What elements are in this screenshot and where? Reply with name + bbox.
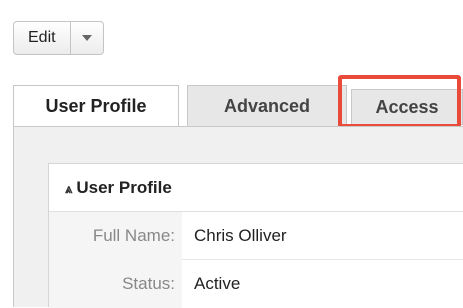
- field-value: Chris Olliver: [194, 226, 287, 245]
- user-profile-section: ⩓ User Profile Full Name: Chris Olliver S…: [48, 163, 463, 308]
- edit-action-group: Edit: [13, 21, 104, 55]
- caret-down-icon: [81, 35, 92, 41]
- field-label: Status:: [49, 260, 182, 308]
- field-value: Active: [194, 274, 241, 293]
- field-row-status: Status: Active: [49, 260, 463, 308]
- panel-divider: [180, 126, 463, 127]
- double-chevron-up-icon[interactable]: ⩓: [65, 181, 72, 196]
- field-row-full-name: Full Name: Chris Olliver: [49, 212, 463, 260]
- section-title: User Profile: [76, 178, 172, 197]
- tab-advanced[interactable]: Advanced: [187, 85, 347, 127]
- field-label: Full Name:: [49, 212, 182, 260]
- tab-user-profile[interactable]: User Profile: [13, 85, 179, 127]
- edit-dropdown-button[interactable]: [70, 21, 104, 55]
- section-header[interactable]: ⩓ User Profile: [49, 164, 463, 212]
- edit-button[interactable]: Edit: [13, 21, 71, 55]
- access-tab-highlight: [338, 75, 461, 128]
